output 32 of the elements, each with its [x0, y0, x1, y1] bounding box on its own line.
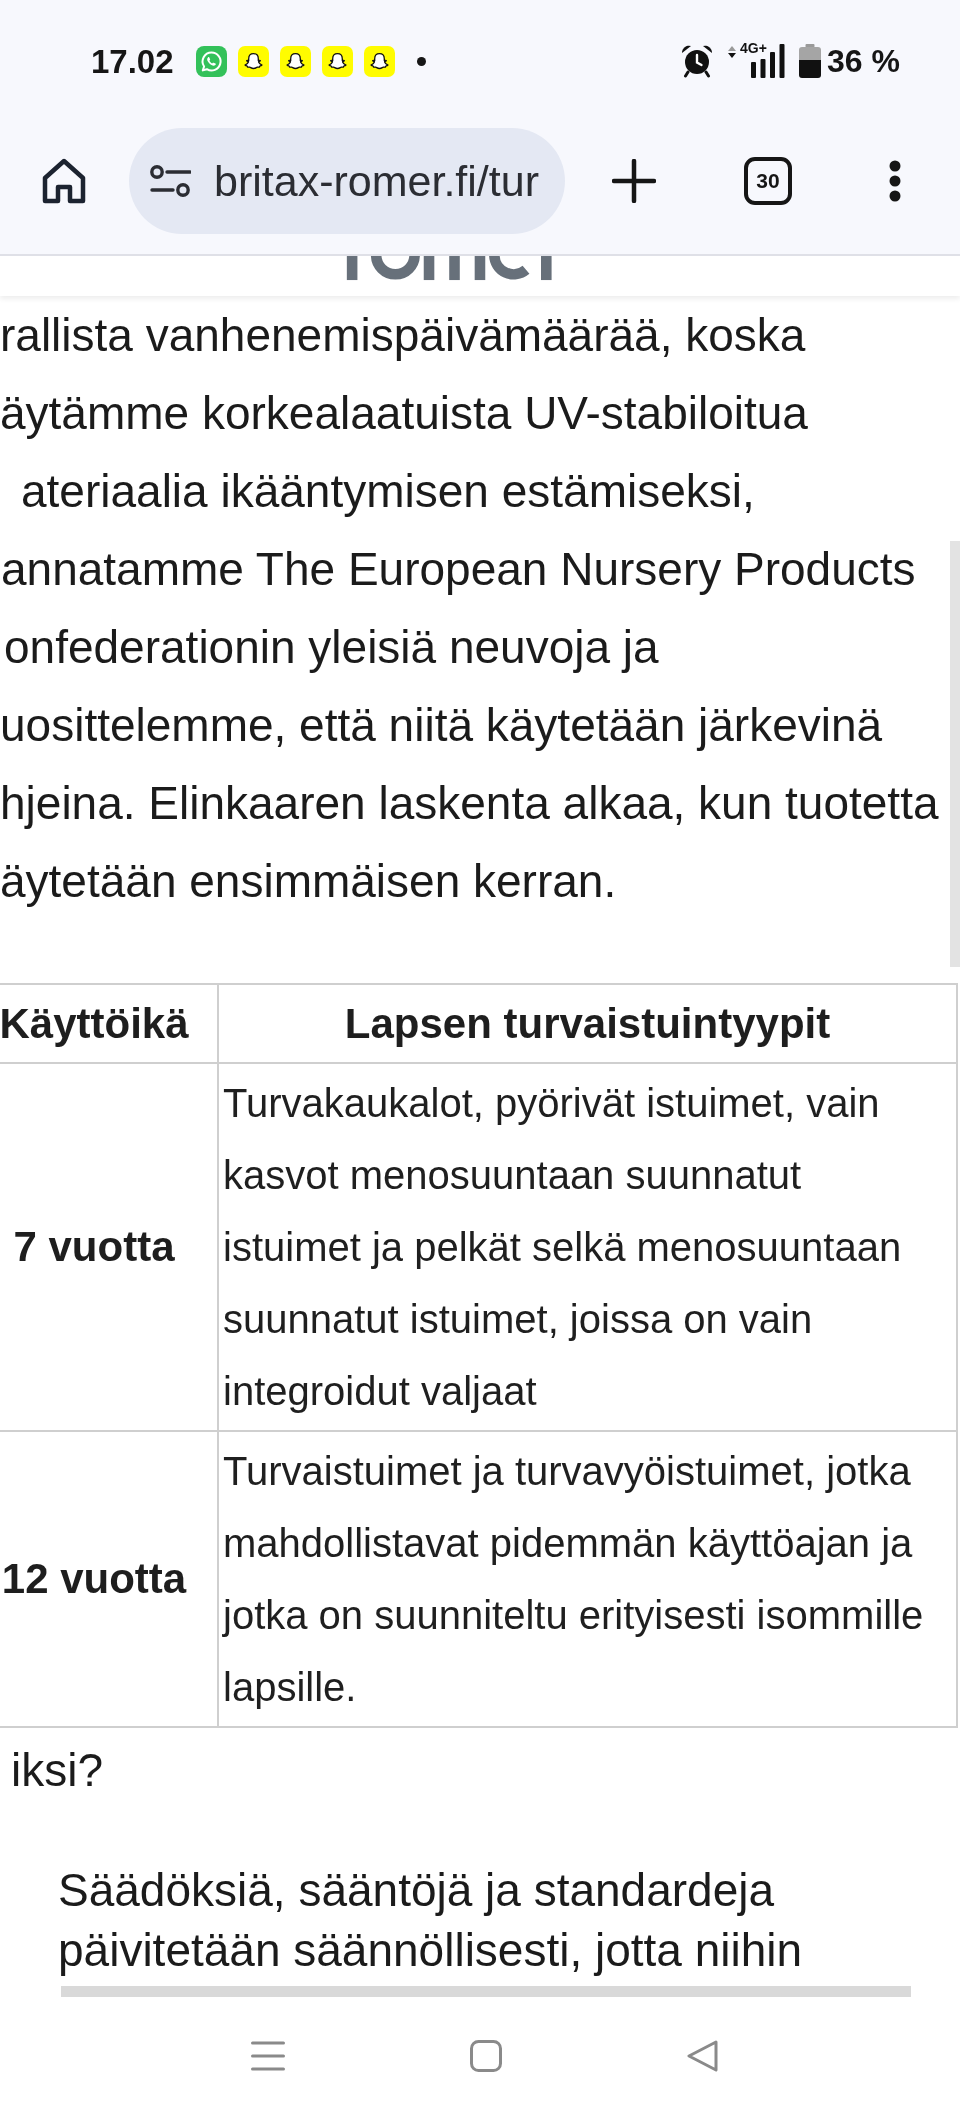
table-header: Käyttöikä: [0, 984, 218, 1063]
dot-icon: [416, 56, 426, 66]
body-text: iksi?: [10, 1743, 104, 1798]
ghost-icon: [237, 45, 269, 77]
table-cell: 7 vuotta: [0, 1063, 218, 1431]
ghost-icon: [363, 45, 395, 77]
alarm-clock-icon: [680, 44, 715, 78]
data-arrows-icon: [728, 46, 737, 58]
ghost-icon: [321, 45, 353, 77]
scrollbar-thumb[interactable]: [61, 1986, 911, 1997]
tune-icon[interactable]: [150, 165, 191, 197]
scrollbar-thumb[interactable]: [950, 541, 960, 967]
table-cell: Turvakaukalot, pyörivät istuimet, vain kasvot menosuuntaan suunnatut istuimet ja pelkät selkä menosuuntaan suunnatut istuimet, joissa on vain integroidut valjaat: [218, 1063, 957, 1431]
network-type: 4G+: [740, 41, 767, 55]
battery-percent: 36 %: [827, 45, 900, 77]
more-icon[interactable]: [889, 160, 901, 202]
ghost-icon: [279, 45, 311, 77]
chat-bubble-icon: [195, 45, 227, 77]
body-paragraph: rallista vanhenemispäivämäärää, koska äytämme korkealaatuista UV-stabiloitua ateriaalia ikääntymisen estämiseksi, annatamme The European Nursery Products onfederationin yleisiä neuvoja ja uosittelemme, että niitä käytetään järkevinä hjeina. Elinkaaren laskenta alkaa, kun tuotetta äytetään ensimmäisen kerran.: [0, 308, 939, 909]
status-time: 17.02: [91, 44, 174, 78]
home-icon[interactable]: [42, 158, 86, 204]
battery-icon: [799, 44, 822, 78]
back-icon[interactable]: [687, 2039, 718, 2072]
table-cell: Turvaistuimet ja turvavyöistuimet, jotka mahdollistavat pidemmän käyttöajan ja jotka on suunniteltu erityisesti isommille lapsille.: [218, 1431, 957, 1727]
tab-switcher-button[interactable]: 30: [744, 157, 792, 205]
body-paragraph: Säädöksiä, sääntöjä ja standardeja päivitetään säännöllisesti, jotta niihin: [58, 1863, 804, 1978]
plus-icon[interactable]: [612, 159, 656, 203]
square-icon[interactable]: [470, 2039, 502, 2072]
address-bar[interactable]: britax-romer.fi/tur: [129, 128, 565, 234]
table-cell: 12 vuotta: [0, 1431, 218, 1727]
menu-icon[interactable]: [251, 2039, 285, 2072]
table-header: Lapsen turvaistuintyypit: [218, 984, 957, 1063]
